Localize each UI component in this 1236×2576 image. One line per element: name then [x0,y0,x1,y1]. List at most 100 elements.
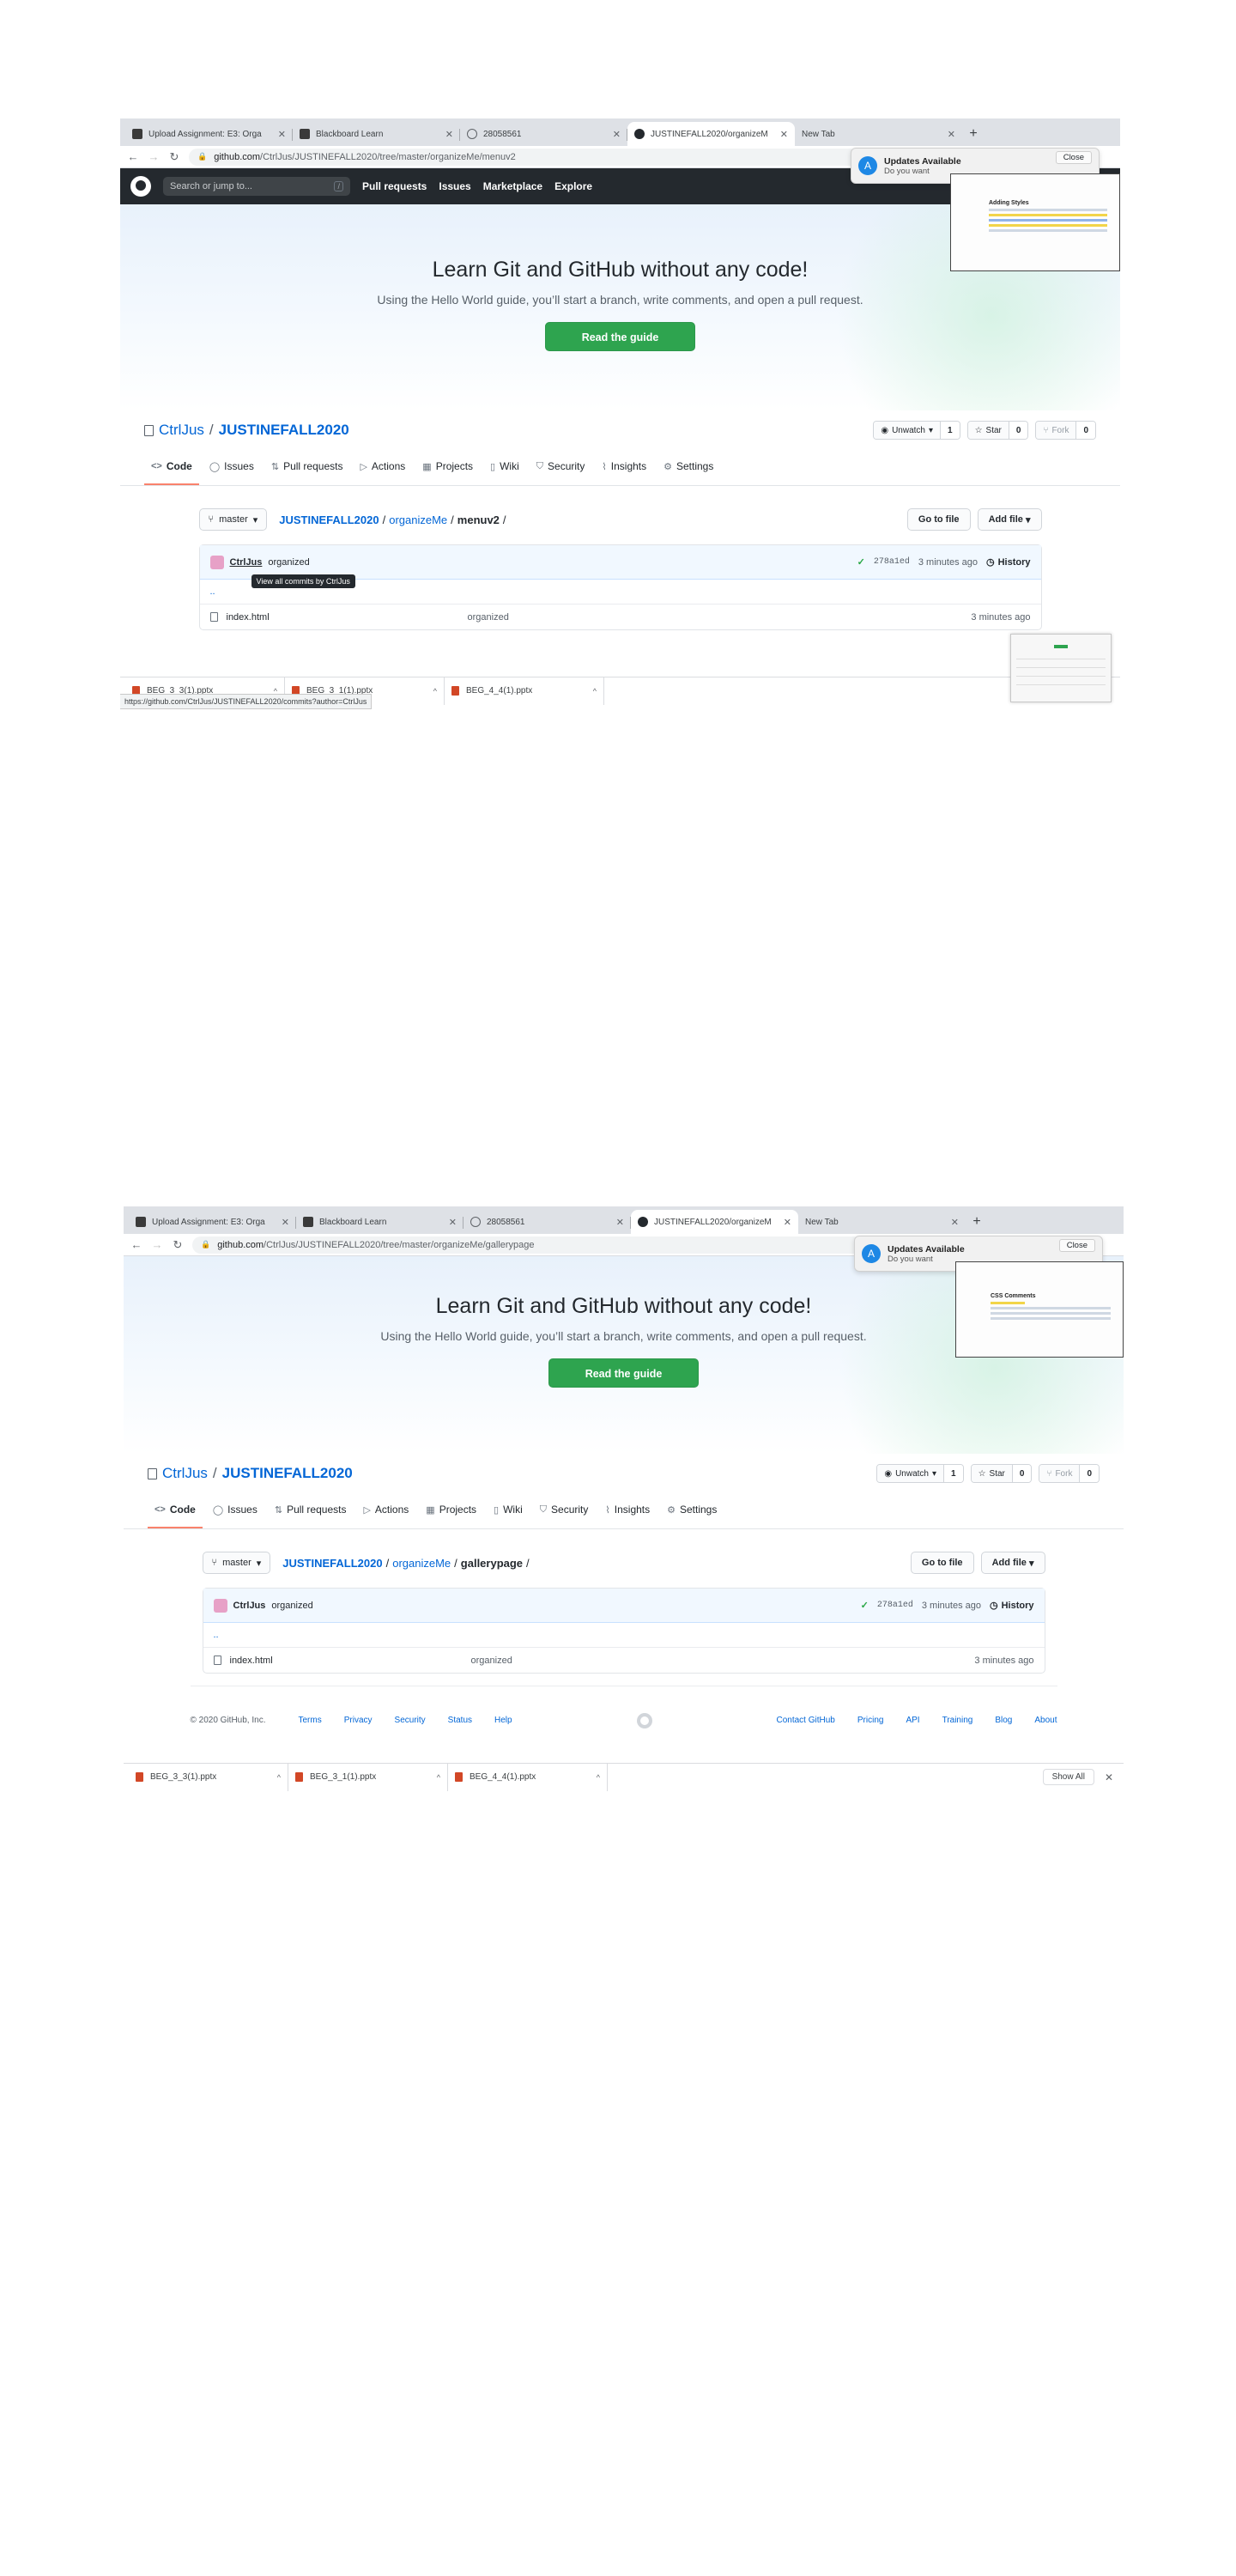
nav-issues[interactable]: Issues [439,180,470,192]
fork-button[interactable]: ⑂ Fork 0 [1035,421,1096,440]
url-field[interactable]: 🔒 github.com/CtrlJus/JUSTINEFALL2020/tree… [192,1236,862,1254]
tab-settings[interactable]: ⚙ Settings [657,449,720,485]
footer-link-api[interactable]: API [906,1716,919,1725]
tab-security[interactable]: ⛉ Security [530,449,592,485]
new-tab-plus-icon[interactable]: + [966,1210,988,1234]
avatar[interactable] [213,1598,227,1613]
reload-icon[interactable]: ↻ [172,1238,184,1252]
commit-sha[interactable]: 278a1ed [874,557,910,567]
commit-author-link[interactable]: CtrlJus [230,557,263,568]
close-icon[interactable]: ✕ [1105,1771,1113,1783]
tab-insights[interactable]: ⌇ Insights [598,1492,657,1528]
close-tab-icon[interactable]: ✕ [616,1217,624,1228]
commit-sha[interactable]: 278a1ed [877,1601,913,1610]
footer-link-privacy[interactable]: Privacy [344,1716,373,1725]
file-commit-message[interactable]: organized [471,1656,975,1666]
footer-link-pricing[interactable]: Pricing [857,1716,884,1725]
read-guide-button[interactable]: Read the guide [548,1358,700,1388]
footer-link-status[interactable]: Status [448,1716,472,1725]
tab-wiki[interactable]: ▯ Wiki [487,1492,530,1528]
close-tab-icon[interactable]: ✕ [613,129,621,140]
search-input[interactable]: Search or jump to... / [163,177,350,196]
browser-tab[interactable]: Upload Assignment: E3: Orga ✕ [125,122,293,146]
repo-name-link[interactable]: JUSTINEFALL2020 [222,1465,353,1482]
footer-link-contact[interactable]: Contact GitHub [777,1716,835,1725]
tab-code[interactable]: <> Code [148,1492,203,1528]
browser-tab[interactable]: 28058561 ✕ [464,1210,631,1234]
close-tab-icon[interactable]: ✕ [951,1217,959,1228]
history-link[interactable]: ◷ History [986,556,1031,568]
commit-author-link[interactable]: CtrlJus [233,1601,266,1611]
nav-pull-requests[interactable]: Pull requests [362,180,427,192]
browser-tab[interactable]: Blackboard Learn ✕ [296,1210,464,1234]
tab-issues[interactable]: ◯ Issues [203,449,261,485]
tab-projects[interactable]: ▦ Projects [419,1492,483,1528]
parent-directory-row[interactable]: .. [203,1623,1045,1648]
add-file-button[interactable]: Add file ▾ [980,1552,1045,1574]
chevron-up-icon[interactable]: ^ [433,687,437,696]
close-tab-icon[interactable]: ✕ [445,129,453,140]
browser-tab-active[interactable]: JUSTINEFALL2020/organizeM ✕ [627,122,795,146]
read-guide-button[interactable]: Read the guide [544,322,696,351]
github-mark-icon[interactable] [636,1712,652,1728]
repo-name-link[interactable]: JUSTINEFALL2020 [219,422,349,439]
close-tab-icon[interactable]: ✕ [948,129,955,140]
file-name-link[interactable]: index.html [230,1656,273,1666]
breadcrumb-root[interactable]: JUSTINEFALL2020 [282,1557,382,1570]
download-item[interactable]: BEG_4_4(1).pptx ^ [448,1763,608,1791]
download-item[interactable]: BEG_4_4(1).pptx ^ [445,677,604,705]
new-tab-plus-icon[interactable]: + [962,122,985,146]
footer-link-about[interactable]: About [1034,1716,1057,1725]
download-item[interactable]: BEG_3_1(1).pptx ^ [288,1763,448,1791]
download-item[interactable]: BEG_3_3(1).pptx ^ [129,1763,288,1791]
commit-message[interactable]: organized [271,1601,312,1611]
browser-tab[interactable]: 28058561 ✕ [460,122,627,146]
commit-message[interactable]: organized [268,557,309,568]
branch-select[interactable]: ⑂ master ▾ [202,1552,271,1574]
table-row[interactable]: index.html organized 3 minutes ago [200,605,1041,629]
star-button[interactable]: ☆ Star 0 [970,1464,1033,1483]
close-tab-icon[interactable]: ✕ [278,129,286,140]
tab-insights[interactable]: ⌇ Insights [595,449,653,485]
forward-arrow-icon[interactable]: → [151,1238,163,1251]
unwatch-button[interactable]: ◉ Unwatch ▾ 1 [876,1464,964,1483]
tab-pull-requests[interactable]: ⇅ Pull requests [264,449,350,485]
file-commit-message[interactable]: organized [468,612,972,623]
unwatch-button[interactable]: ◉ Unwatch ▾ 1 [873,421,960,440]
reload-icon[interactable]: ↻ [168,150,180,164]
branch-select[interactable]: ⑂ master ▾ [198,508,268,531]
go-to-file-button[interactable]: Go to file [910,1552,974,1574]
browser-tab[interactable]: Upload Assignment: E3: Orga ✕ [129,1210,296,1234]
chevron-up-icon[interactable]: ^ [437,1773,440,1782]
tab-code[interactable]: <> Code [144,449,199,485]
repo-owner-link[interactable]: CtrlJus [162,1465,208,1482]
show-all-button[interactable]: Show All [1042,1769,1094,1785]
nav-marketplace[interactable]: Marketplace [483,180,542,192]
footer-link-blog[interactable]: Blog [995,1716,1012,1725]
tab-actions[interactable]: ▷ Actions [356,1492,415,1528]
close-button[interactable]: Close [1055,151,1092,164]
add-file-button[interactable]: Add file ▾ [977,508,1042,531]
footer-link-help[interactable]: Help [494,1716,512,1725]
github-logo-icon[interactable] [130,176,151,197]
footer-link-security[interactable]: Security [395,1716,426,1725]
tab-wiki[interactable]: ▯ Wiki [483,449,526,485]
repo-owner-link[interactable]: CtrlJus [159,422,204,439]
tab-settings[interactable]: ⚙ Settings [660,1492,724,1528]
breadcrumb-folder[interactable]: organizeMe [389,513,447,526]
breadcrumb-folder[interactable]: organizeMe [392,1557,451,1570]
history-link[interactable]: ◷ History [990,1600,1034,1612]
browser-tab[interactable]: Blackboard Learn ✕ [293,122,460,146]
star-button[interactable]: ☆ Star 0 [966,421,1029,440]
fork-button[interactable]: ⑂ Fork 0 [1039,1464,1100,1483]
avatar[interactable] [209,555,224,569]
close-tab-icon[interactable]: ✕ [449,1217,457,1228]
table-row[interactable]: index.html organized 3 minutes ago [203,1648,1045,1673]
tab-issues[interactable]: ◯ Issues [206,1492,264,1528]
nav-explore[interactable]: Explore [554,180,592,192]
browser-tab-active[interactable]: JUSTINEFALL2020/organizeM ✕ [631,1210,798,1234]
close-tab-icon[interactable]: ✕ [780,129,788,140]
tab-pull-requests[interactable]: ⇅ Pull requests [268,1492,354,1528]
chevron-up-icon[interactable]: ^ [277,1773,281,1782]
back-arrow-icon[interactable]: ← [127,150,139,163]
